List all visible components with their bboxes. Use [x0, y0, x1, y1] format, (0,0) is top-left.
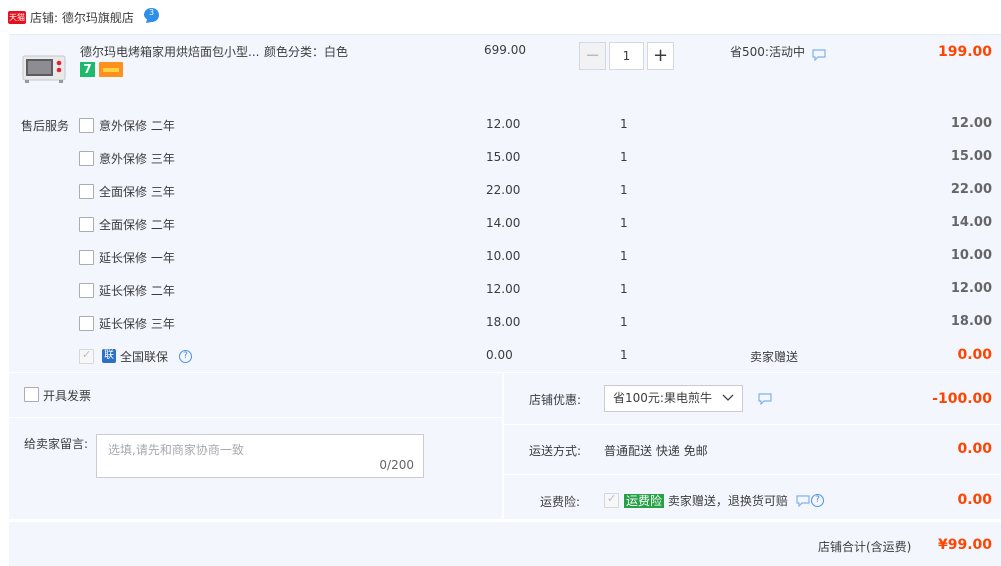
- service-subtotal: 18.00: [950, 314, 992, 329]
- service-subtotal: 12.00: [950, 116, 992, 131]
- service-checkbox[interactable]: [79, 217, 94, 232]
- insurance-desc: 卖家赠送，退换货可赔: [667, 494, 788, 508]
- divider: [9, 417, 502, 418]
- discount-chat-icon[interactable]: [758, 393, 772, 406]
- discount-amount: -100.00: [932, 391, 992, 407]
- wangwang-chat-icon[interactable]: 3: [143, 7, 160, 24]
- shop-label: 店铺:: [30, 11, 59, 25]
- service-name: 延长保修 三年: [99, 317, 175, 331]
- service-name: 全国联保: [120, 350, 169, 364]
- shop-total-label: 店铺合计(含运费): [818, 540, 912, 554]
- product-thumbnail[interactable]: [21, 48, 67, 86]
- message-label: 给卖家留言:: [24, 437, 89, 451]
- insurance-chat-icon[interactable]: [796, 495, 810, 508]
- shop-total-amount: ¥99.00: [937, 537, 992, 553]
- after-sales-label: 售后服务: [21, 119, 70, 133]
- service-qty: 1: [620, 249, 628, 263]
- service-qty: 1: [620, 183, 628, 197]
- service-subtotal: 14.00: [950, 215, 992, 230]
- insurance-badge: 运费险: [624, 494, 665, 508]
- service-subtotal: 12.00: [950, 281, 992, 296]
- invoice-label: 开具发票: [43, 389, 92, 403]
- service-qty: 1: [620, 282, 628, 296]
- chat-count-badge: 3: [149, 8, 155, 17]
- shipping-method: 普通配送 快递 免邮: [604, 444, 708, 458]
- shipping-label: 运送方式:: [529, 444, 582, 458]
- service-subtotal: 10.00: [950, 248, 992, 263]
- service-name: 延长保修 二年: [99, 284, 175, 298]
- chevron-down-icon: [722, 386, 734, 420]
- discount-select[interactable]: 省100元:果电煎牛: [604, 385, 743, 412]
- service-subtotal: 15.00: [950, 149, 992, 164]
- insurance-label: 运费险:: [540, 495, 581, 509]
- service-qty: 1: [620, 117, 628, 131]
- insurance-amount: 0.00: [957, 492, 992, 508]
- service-price: 15.00: [486, 150, 521, 164]
- promo-chat-icon[interactable]: [812, 49, 826, 62]
- service-name: 意外保修 三年: [99, 152, 175, 166]
- product-subtotal: 199.00: [937, 44, 992, 60]
- seller-message-field[interactable]: 选填,请先和商家协商一致 0/200: [96, 434, 424, 478]
- service-price: 14.00: [486, 216, 521, 230]
- service-checkbox[interactable]: [79, 118, 94, 133]
- invoice-checkbox[interactable]: [24, 387, 39, 402]
- promo-text: 省500:活动中: [730, 45, 805, 59]
- service-name: 延长保修 一年: [99, 251, 175, 265]
- service-qty: 1: [620, 348, 628, 362]
- service-price: 18.00: [486, 315, 521, 329]
- service-price: 12.00: [486, 117, 521, 131]
- service-qty: 1: [620, 150, 628, 164]
- message-placeholder: 选填,请先和商家协商一致: [108, 443, 244, 457]
- quantity-input[interactable]: 1: [609, 42, 644, 70]
- service-price: 22.00: [486, 183, 521, 197]
- increment-button[interactable]: +: [647, 42, 674, 70]
- service-checkbox[interactable]: [79, 151, 94, 166]
- service-checkbox[interactable]: [79, 283, 94, 298]
- message-counter: 0/200: [379, 458, 414, 472]
- national-warranty-icon: 联: [102, 349, 116, 363]
- service-checkbox[interactable]: [79, 316, 94, 331]
- service-checkbox[interactable]: [79, 250, 94, 265]
- divider: [504, 424, 1001, 425]
- shop-name-text[interactable]: 德尔玛旗舰店: [62, 11, 134, 25]
- service-subtotal: 22.00: [950, 182, 992, 197]
- service-checkbox[interactable]: [79, 184, 94, 199]
- credit-card-icon: [99, 62, 123, 77]
- help-icon[interactable]: ?: [179, 350, 192, 363]
- product-sku: 颜色分类：白色: [264, 45, 349, 59]
- service-name: 意外保修 二年: [99, 119, 175, 133]
- service-name: 全面保修 二年: [99, 218, 175, 232]
- discount-label: 店铺优惠:: [529, 393, 582, 407]
- service-checkbox[interactable]: [79, 348, 94, 364]
- service-note: 卖家赠送: [750, 350, 799, 364]
- insurance-info: 运费险 卖家赠送，退换货可赔: [624, 492, 788, 509]
- service-subtotal: 0.00: [957, 347, 992, 363]
- insurance-checkbox[interactable]: [604, 492, 619, 508]
- service-qty: 1: [620, 315, 628, 329]
- help-icon[interactable]: ?: [811, 494, 824, 507]
- service-name: 全面保修 三年: [99, 185, 175, 199]
- service-qty: 1: [620, 216, 628, 230]
- shipping-amount: 0.00: [957, 441, 992, 457]
- divider: [504, 474, 1001, 475]
- service-price: 12.00: [486, 282, 521, 296]
- service-price: 10.00: [486, 249, 521, 263]
- product-title[interactable]: 德尔玛电烤箱家用烘焙面包小型...: [80, 43, 259, 60]
- tmall-logo-icon: 天猫: [8, 11, 26, 24]
- decrement-button[interactable]: −: [579, 42, 606, 70]
- seven-day-return-icon: 7: [80, 62, 95, 77]
- service-price: 0.00: [486, 348, 513, 362]
- product-price: 699.00: [484, 43, 526, 57]
- shop-name[interactable]: 店铺: 德尔玛旗舰店: [30, 9, 134, 26]
- discount-selected: 省100元:果电煎牛: [613, 391, 712, 405]
